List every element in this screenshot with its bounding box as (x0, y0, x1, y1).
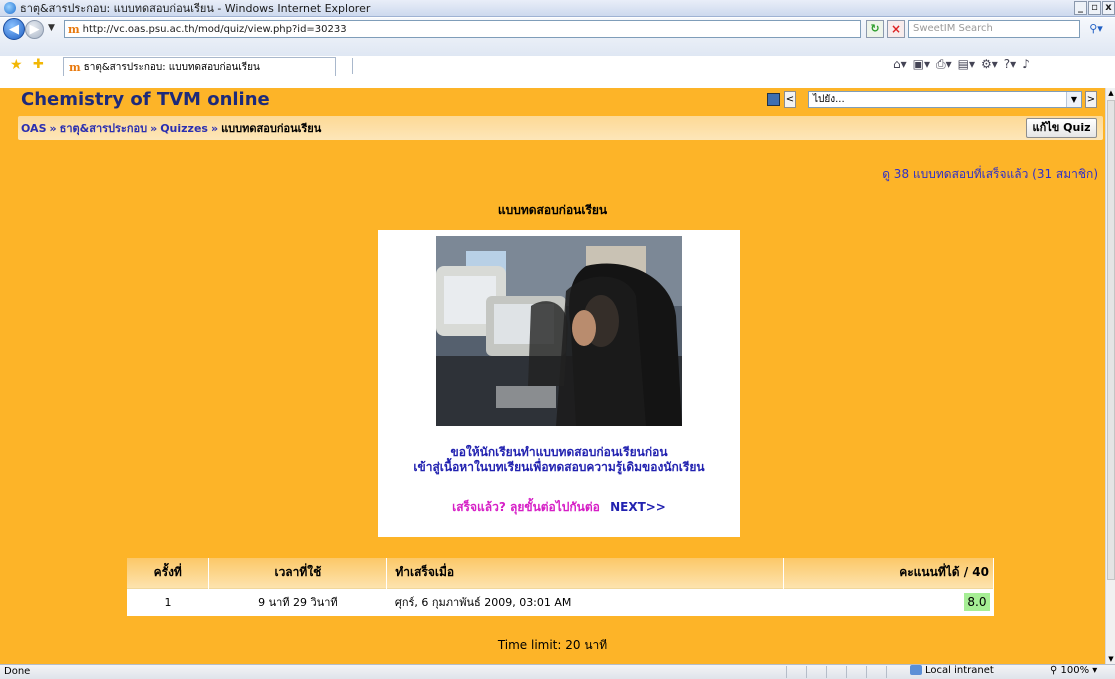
window-titlebar: ธาตุ&สารประกอบ: แบบทดสอบก่อนเรียน - Wind… (0, 0, 1115, 17)
favorites-star-icon[interactable]: ★ (10, 57, 23, 73)
attempt-completed-date: ศุกร์, 6 กุมภาพันธ์ 2009, 03:01 AM (386, 587, 784, 616)
view-attempts-link[interactable]: ดู 38 แบบทดสอบที่เสร็จแล้ว (31 สมาชิก) (882, 165, 1098, 184)
attempt-grade[interactable]: 8.0 (964, 593, 990, 612)
stop-icon[interactable]: × (887, 20, 905, 38)
forward-icon[interactable]: ▶ (25, 20, 44, 39)
search-icon[interactable]: ⚲▾ (1084, 20, 1108, 38)
status-cell (886, 666, 902, 678)
table-header-row: ครั้งที่ เวลาที่ใช้ ทำเสร็จเมื่อ คะแนนที… (127, 558, 994, 588)
navigation-bar: ◀ ▶ ▼ m http://vc.oas.psu.ac.th/mod/quiz… (0, 18, 1115, 76)
column-header-completed: ทำเสร็จเมื่อ (386, 558, 785, 588)
intranet-icon (910, 665, 922, 675)
scrollbar-thumb[interactable] (1107, 100, 1115, 580)
quiz-title: แบบทดสอบก่อนเรียน (497, 203, 608, 217)
breadcrumb-item-quizzes[interactable]: Quizzes (160, 122, 208, 135)
jump-to-selected-value: ไปยัง... (813, 94, 845, 105)
security-zone-label: Local intranet (925, 665, 994, 676)
close-button[interactable]: x (1102, 1, 1115, 15)
time-limit: Time limit: 20 นาที (497, 638, 608, 652)
status-cell (806, 666, 822, 678)
ie-icon (4, 2, 16, 14)
scroll-down-icon[interactable]: ▼ (1106, 654, 1115, 664)
add-favorite-icon[interactable]: ✚ (33, 57, 44, 72)
address-bar[interactable]: m http://vc.oas.psu.ac.th/mod/quiz/view.… (64, 20, 861, 38)
tab-favicon-icon: m (69, 60, 81, 74)
status-cell (786, 666, 802, 678)
attempts-table: ครั้งที่ เวลาที่ใช้ ทำเสร็จเมื่อ คะแนนที… (127, 558, 994, 616)
favorites-row: ★ ✚ m ธาตุ&สารประกอบ: แบบทดสอบก่อนเรียน … (0, 56, 1115, 76)
moodle-favicon-icon: m (68, 22, 80, 36)
address-url: http://vc.oas.psu.ac.th/mod/quiz/view.ph… (82, 23, 347, 35)
attempt-number: 1 (127, 587, 209, 616)
navigation-jump-icon (767, 93, 780, 106)
jump-to-select[interactable]: ไปยัง... ▼ (808, 91, 1082, 108)
security-zone[interactable]: Local intranet (910, 665, 994, 676)
minimize-button[interactable]: _ (1074, 1, 1087, 15)
search-input[interactable]: SweetIM Search (908, 20, 1080, 38)
status-cell (826, 666, 842, 678)
tab-divider (352, 58, 353, 74)
jump-next-button[interactable]: > (1085, 91, 1097, 108)
status-cell (866, 666, 882, 678)
edit-quiz-button[interactable]: แก้ไข Quiz (1026, 118, 1097, 138)
help-icon[interactable]: ?▾ (1004, 57, 1016, 72)
browser-window: ธาตุ&สารประกอบ: แบบทดสอบก่อนเรียน - Wind… (0, 0, 1115, 679)
breadcrumb-current: แบบทดสอบก่อนเรียน (221, 122, 322, 135)
attempt-grade-cell: 8.0 (783, 587, 994, 616)
breadcrumb-separator: » (210, 121, 219, 135)
print-icon[interactable]: ⎙▾ (936, 57, 952, 72)
home-icon[interactable]: ⌂▾ (893, 57, 907, 72)
column-header-attempt: ครั้งที่ (127, 558, 210, 588)
page-content: Chemistry of TVM online < ไปยัง... ▼ > O… (0, 88, 1105, 664)
table-row: 1 9 นาที 29 วินาที ศุกร์, 6 กุมภาพันธ์ 2… (127, 587, 994, 616)
status-cell (846, 666, 862, 678)
zoom-level[interactable]: ⚲ 100% ▾ (1050, 665, 1097, 676)
jump-previous-button[interactable]: < (784, 91, 796, 108)
site-title[interactable]: Chemistry of TVM online (21, 89, 270, 110)
feeds-icon[interactable]: ▣▾ (913, 57, 930, 72)
chevron-down-icon[interactable]: ▼ (1066, 92, 1081, 107)
column-header-time-taken: เวลาที่ใช้ (208, 558, 388, 588)
recent-pages-dropdown-icon[interactable]: ▼ (48, 23, 55, 33)
scroll-up-icon[interactable]: ▲ (1106, 88, 1115, 98)
classroom-photo-image (436, 236, 682, 426)
attempt-time-taken: 9 นาที 29 วินาที (208, 587, 387, 616)
breadcrumb-item-oas[interactable]: OAS (21, 122, 47, 135)
status-text: Done (4, 666, 31, 677)
research-icon[interactable]: ♪ (1022, 57, 1030, 72)
back-icon[interactable]: ◀ (3, 18, 25, 40)
column-header-grade: คะแนนที่ได้ / 40 (783, 558, 994, 588)
zoom-value: 100% (1060, 665, 1090, 676)
maximize-button[interactable]: ▫ (1088, 1, 1101, 15)
classroom-photo (436, 236, 682, 426)
quiz-intro-cta: เสร็จแล้ว? ลุยขั้นต่อไปกันต่อ NEXT>> (378, 498, 740, 517)
breadcrumb-separator: » (150, 121, 158, 135)
next-link[interactable]: NEXT>> (610, 500, 666, 514)
browser-tab[interactable]: m ธาตุ&สารประกอบ: แบบทดสอบก่อนเรียน (63, 57, 336, 76)
cta-text: เสร็จแล้ว? ลุยขั้นต่อไปกันต่อ (452, 500, 600, 514)
page-menu-icon[interactable]: ▤▾ (958, 57, 975, 72)
breadcrumb-item-course[interactable]: ธาตุ&สารประกอบ (60, 119, 147, 137)
window-controls: _ ▫ x (1073, 1, 1115, 15)
vertical-scrollbar[interactable]: ▲ ▼ (1105, 88, 1115, 664)
breadcrumb-separator: » (49, 121, 57, 135)
quiz-intro-line-2: เข้าสู่เนื้อหาในบทเรียนเพื่อทดสอบความรู้… (413, 460, 705, 474)
window-title: ธาตุ&สารประกอบ: แบบทดสอบก่อนเรียน - Wind… (20, 2, 371, 15)
quiz-intro-box: ขอให้นักเรียนทำแบบทดสอบก่อนเรียนก่อน เข้… (378, 230, 740, 537)
tools-gear-icon[interactable]: ⚙▾ (981, 57, 998, 72)
status-bar: Done Local intranet ⚲ 100% ▾ (0, 664, 1115, 679)
breadcrumb: OAS » ธาตุ&สารประกอบ » Quizzes » แบบทดสอ… (18, 116, 1103, 140)
refresh-icon[interactable]: ↻ (866, 20, 884, 38)
command-bar: ⌂▾ ▣▾ ⎙▾ ▤▾ ⚙▾ ?▾ ♪ (893, 57, 1030, 72)
tab-title: ธาตุ&สารประกอบ: แบบทดสอบก่อนเรียน (83, 61, 260, 73)
